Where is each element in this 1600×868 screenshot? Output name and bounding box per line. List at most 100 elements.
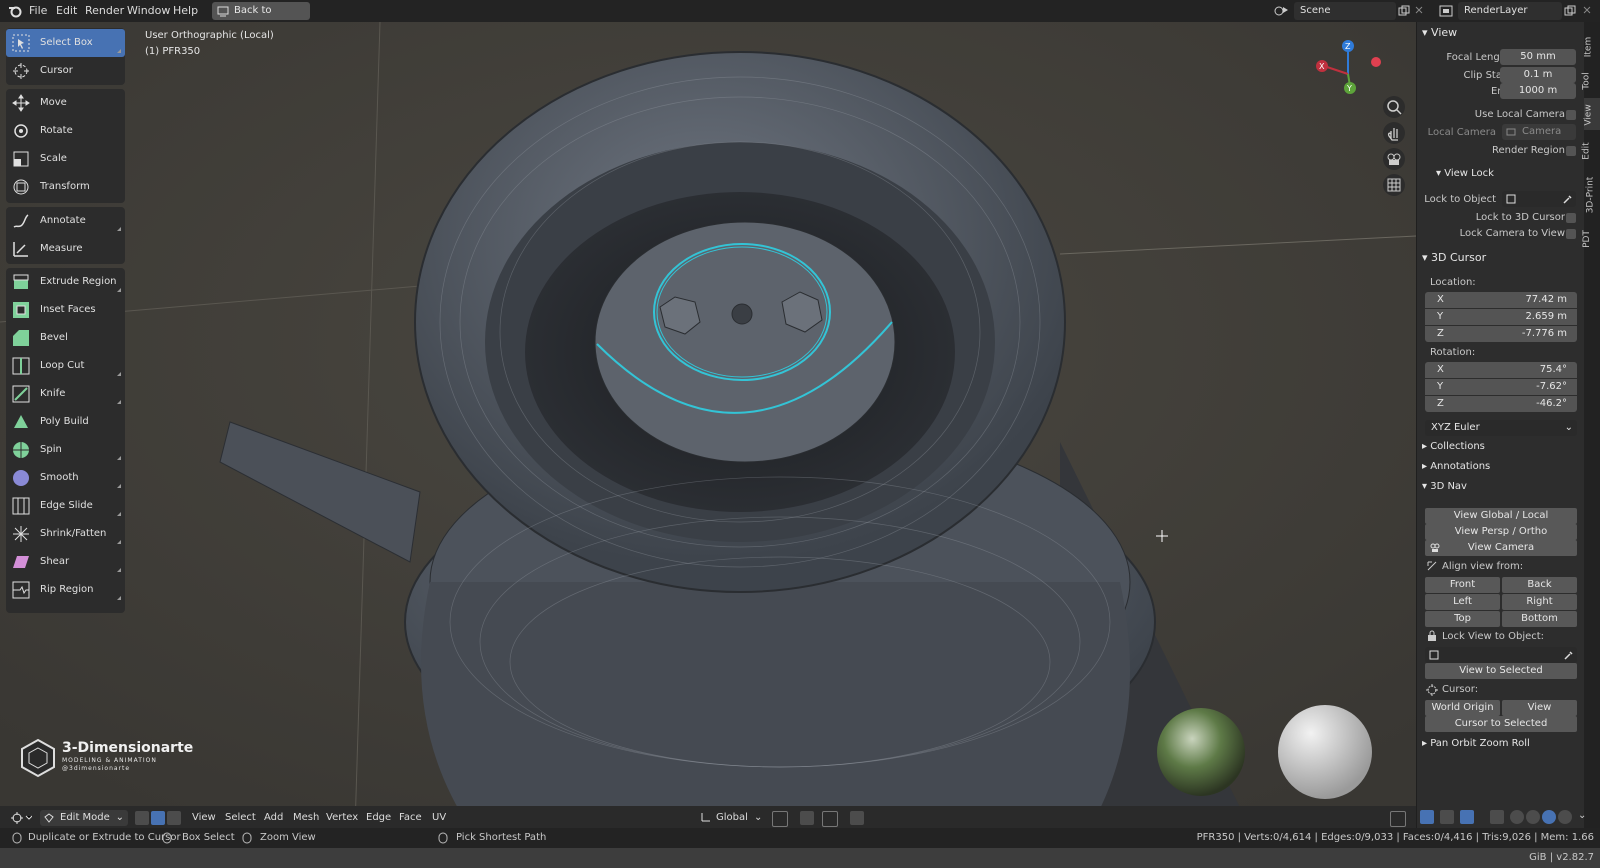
view-persp-ortho-button[interactable]: View Persp / Ortho [1425,524,1577,540]
align-left-button[interactable]: Left [1425,594,1500,610]
pan-orbit-header[interactable]: ▸ Pan Orbit Zoom Roll [1422,738,1530,749]
visibility-icon[interactable] [1390,811,1406,827]
cursor-location-z[interactable]: Z -7.776 m [1425,326,1577,342]
tab-item[interactable]: Item [1583,30,1600,60]
cursor-rotation-x[interactable]: X 75.4° [1425,362,1577,378]
use-local-camera-checkbox[interactable] [1566,110,1576,120]
zoom-view-button[interactable] [1383,96,1405,118]
tab-edit[interactable]: Edit [1582,134,1600,164]
tab-view[interactable]: View [1584,98,1600,130]
back-to-previous-button[interactable]: Back to Previous [212,2,310,34]
tool-inset-faces[interactable]: Inset Faces [6,296,125,324]
3d-nav-header[interactable]: ▾ 3D Nav [1422,481,1467,492]
annotations-header[interactable]: ▸ Annotations [1422,461,1490,472]
header-menu-select[interactable]: Select [225,810,256,826]
eyedropper-icon[interactable] [1563,194,1573,204]
view-global-local-button[interactable]: View Global / Local [1425,508,1577,524]
focal-length-field[interactable]: 50 mm [1500,49,1576,65]
tool-shear[interactable]: Shear [6,548,125,576]
align-bottom-button[interactable]: Bottom [1502,611,1577,627]
blender-logo-icon[interactable] [8,4,22,18]
menu-file[interactable]: File [29,3,47,19]
camera-view-button[interactable] [1383,148,1405,170]
menu-window[interactable]: Window [127,3,170,19]
tool-extrude-region[interactable]: Extrude Region [6,268,125,296]
lock-camera-checkbox[interactable] [1566,229,1576,239]
overlays-toggle-icon[interactable] [1460,810,1474,824]
scene-selector[interactable]: Scene [1294,2,1396,20]
navigation-gizmo[interactable]: Z X Y [1312,36,1384,108]
ortho-toggle-button[interactable] [1383,174,1405,196]
world-origin-button[interactable]: World Origin [1425,700,1500,716]
duplicate-layer-icon[interactable] [1564,5,1576,17]
lock-to-object-field[interactable] [1502,191,1576,207]
tool-transform[interactable]: Transform [6,173,125,201]
header-menu-face[interactable]: Face [399,810,422,826]
3d-viewport[interactable]: User Orthographic (Local) (1) PFR350 Z X… [0,22,1416,828]
menu-render[interactable]: Render [85,3,124,19]
tool-select-box[interactable]: Select Box [6,29,125,57]
edge-select-icon[interactable] [151,811,165,825]
tab-3d-print[interactable]: 3D-Print [1584,172,1600,216]
header-menu-mesh[interactable]: Mesh [293,810,319,826]
tab-tool[interactable]: Tool [1582,64,1600,94]
snap-target-icon[interactable] [822,811,838,827]
header-menu-uv[interactable]: UV [432,810,446,826]
3d-cursor-header[interactable]: ▾ 3D Cursor [1422,251,1486,264]
vertex-select-icon[interactable] [135,811,149,825]
pan-view-button[interactable] [1383,122,1405,144]
face-select-icon[interactable] [167,811,181,825]
transform-orientation-dropdown[interactable]: Global [716,810,748,826]
tool-rotate[interactable]: Rotate [6,117,125,145]
duplicate-scene-icon[interactable] [1398,5,1410,17]
cursor-location-x[interactable]: X 77.42 m [1425,292,1577,308]
header-menu-view[interactable]: View [192,810,216,826]
rotation-mode-dropdown[interactable]: XYZ Euler ⌄ [1425,420,1577,436]
tool-edge-slide[interactable]: Edge Slide [6,492,125,520]
align-front-button[interactable]: Front [1425,577,1500,593]
cursor-rotation-z[interactable]: Z -46.2° [1425,396,1577,412]
solid-shading-icon[interactable] [1526,810,1540,824]
cursor-view-button[interactable]: View [1502,700,1577,716]
collections-header[interactable]: ▸ Collections [1422,441,1485,452]
align-back-button[interactable]: Back [1502,577,1577,593]
close-layer-icon[interactable] [1582,5,1592,15]
material-shading-icon[interactable] [1542,810,1556,824]
tool-knife[interactable]: Knife [6,380,125,408]
xray-toggle-icon[interactable] [1490,810,1504,824]
wireframe-shading-icon[interactable] [1510,810,1524,824]
align-top-button[interactable]: Top [1425,611,1500,627]
menu-edit[interactable]: Edit [56,3,77,19]
render-layer-selector[interactable]: RenderLayer [1458,2,1562,20]
menu-help[interactable]: Help [173,3,198,19]
rendered-shading-icon[interactable] [1558,810,1572,824]
snap-icon[interactable] [800,811,814,825]
view-camera-button[interactable]: View Camera [1425,540,1577,556]
tool-shrink-fatten[interactable]: Shrink/Fatten [6,520,125,548]
header-menu-add[interactable]: Add [264,810,283,826]
cursor-to-selected-button[interactable]: Cursor to Selected [1425,716,1577,732]
tool-move[interactable]: Move [6,89,125,117]
lock-to-cursor-checkbox[interactable] [1566,213,1576,223]
clip-start-field[interactable]: 0.1 m [1500,67,1576,83]
header-menu-vertex[interactable]: Vertex [326,810,358,826]
lock-view-object-field[interactable] [1425,647,1577,663]
clip-end-field[interactable]: 1000 m [1500,83,1576,99]
tool-cursor[interactable]: Cursor [6,57,125,85]
tool-annotate[interactable]: Annotate [6,207,125,235]
view-lock-header[interactable]: ▾ View Lock [1436,168,1494,179]
render-region-checkbox[interactable] [1566,146,1576,156]
view-to-selected-button[interactable]: View to Selected [1425,663,1577,679]
cursor-rotation-y[interactable]: Y -7.62° [1425,379,1577,395]
tool-smooth[interactable]: Smooth [6,464,125,492]
gizmo-toggle-icon[interactable] [1420,810,1434,824]
close-scene-icon[interactable] [1414,5,1424,15]
tool-bevel[interactable]: Bevel [6,324,125,352]
align-right-button[interactable]: Right [1502,594,1577,610]
tool-poly-build[interactable]: Poly Build [6,408,125,436]
cursor-location-y[interactable]: Y 2.659 m [1425,309,1577,325]
tool-rip-region[interactable]: Rip Region [6,576,125,604]
local-camera-field[interactable]: Camera [1502,124,1576,140]
tool-loop-cut[interactable]: Loop Cut [6,352,125,380]
tool-scale[interactable]: Scale [6,145,125,173]
